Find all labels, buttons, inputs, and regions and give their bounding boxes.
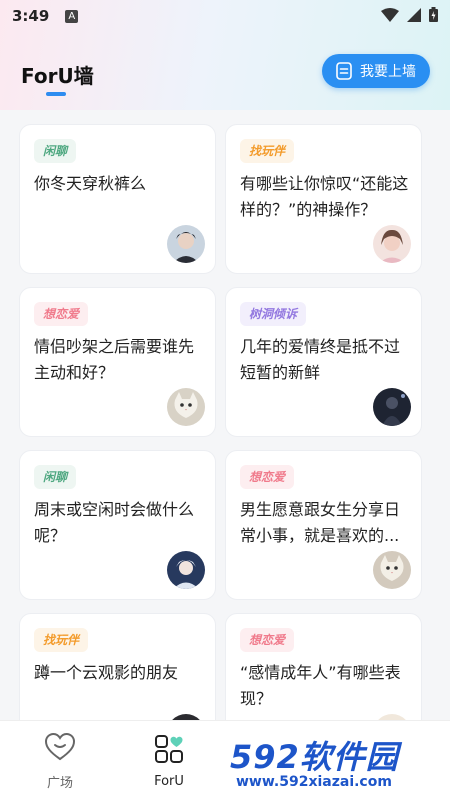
post-text: 男生愿意跟女生分享日常小事，就是喜欢的... [240,500,401,545]
watermark-logo-number: 592 [230,738,300,776]
status-icons [381,6,438,26]
post-text: “感情成年人”有哪些表现？ [240,663,401,708]
post-tag: 想恋爱 [240,465,295,489]
post-feed[interactable]: 闲聊 你冬天穿秋裤么 找玩伴 有哪些让你惊叹“还能这样的？”的神操作？ 想恋爱 … [0,110,450,720]
notification-icon: A [65,9,79,23]
post-tag: 闲聊 [34,465,77,489]
wifi-icon [381,7,399,26]
post-card[interactable]: 找玩伴 蹲一个云观影的朋友 [19,613,216,720]
avatar[interactable] [167,225,205,263]
avatar[interactable] [373,551,411,589]
status-time: 3:49 [12,7,50,25]
post-card[interactable]: 闲聊 你冬天穿秋裤么 [19,124,216,274]
post-text: 你冬天穿秋裤么 [34,174,147,193]
post-tag: 找玩伴 [240,139,295,163]
watermark: 592软件园 www.592xiazai.com [222,724,450,800]
post-text: 有哪些让你惊叹“还能这样的？”的神操作？ [240,174,409,219]
post-tag: 找玩伴 [34,628,89,652]
watermark-logo-text: 软件园 [299,738,399,776]
post-tag: 想恋爱 [240,628,295,652]
post-text: 情侣吵架之后需要谁先主动和好？ [34,337,195,382]
title-active-indicator [46,92,66,96]
heart-outline-icon [44,732,76,766]
tab-square[interactable]: 广场 [0,721,120,800]
battery-icon [429,6,438,26]
post-tag: 闲聊 [34,139,77,163]
post-tag: 想恋爱 [34,302,89,326]
note-icon [336,62,352,80]
tab-label: ForU [154,773,184,789]
post-to-wall-label: 我要上墙 [360,64,416,80]
tab-label: 广场 [46,775,73,791]
post-text: 蹲一个云观影的朋友 [34,663,179,682]
watermark-url: www.592xiazai.com [236,774,392,790]
post-card[interactable]: 找玩伴 有哪些让你惊叹“还能这样的？”的神操作？ [225,124,422,274]
tab-foru[interactable]: ForU [109,721,229,800]
post-text: 几年的爱情终是抵不过短暂的新鲜 [240,337,401,382]
post-card[interactable]: 想恋爱 男生愿意跟女生分享日常小事，就是喜欢的... [225,450,422,600]
page-title: ForU墙 [21,64,94,88]
post-card[interactable]: 树洞倾诉 几年的爱情终是抵不过短暂的新鲜 [225,287,422,437]
post-card[interactable]: 想恋爱 “感情成年人”有哪些表现？ [225,613,422,720]
post-card[interactable]: 想恋爱 情侣吵架之后需要谁先主动和好？ [19,287,216,437]
post-text: 周末或空闲时会做什么呢？ [34,500,195,545]
grid-heart-icon [154,734,184,768]
avatar[interactable] [373,388,411,426]
status-bar: 3:49 A [0,0,450,32]
avatar[interactable] [373,225,411,263]
post-tag: 树洞倾诉 [240,302,307,326]
post-card[interactable]: 闲聊 周末或空闲时会做什么呢？ [19,450,216,600]
avatar[interactable] [167,551,205,589]
watermark-logo: 592软件园 [230,732,399,778]
page-header: ForU墙 我要上墙 [0,50,450,100]
post-to-wall-button[interactable]: 我要上墙 [322,54,430,88]
avatar[interactable] [167,388,205,426]
signal-icon [407,7,421,26]
